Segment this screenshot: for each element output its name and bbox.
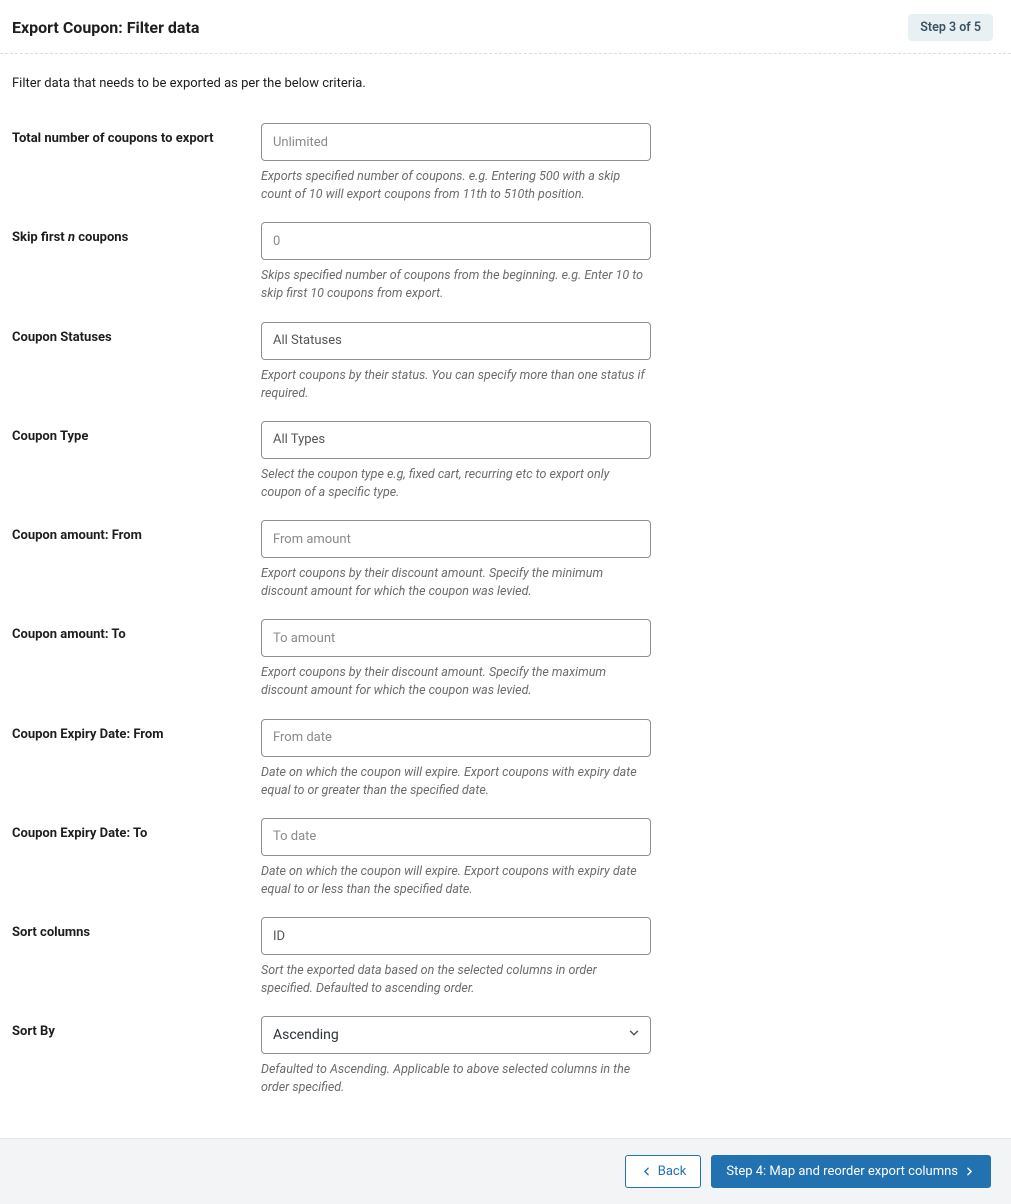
label-amount-to: Coupon amount: To (12, 619, 261, 642)
step-indicator: Step 3 of 5 (908, 14, 993, 41)
wizard-footer: Back Step 4: Map and reorder export colu… (0, 1138, 1011, 1204)
label-coupon-statuses: Coupon Statuses (12, 322, 261, 345)
chevron-right-icon (963, 1165, 976, 1178)
label-amount-from: Coupon amount: From (12, 520, 261, 543)
row-sort-by: Sort By Ascending Defaulted to Ascending… (12, 998, 999, 1097)
row-skip-coupons: Skip first n coupons Skips specified num… (12, 204, 999, 303)
help-expiry-to: Date on which the coupon will expire. Ex… (261, 863, 651, 899)
help-coupon-type: Select the coupon type e.g, fixed cart, … (261, 466, 651, 502)
label-total-coupons: Total number of coupons to export (12, 123, 261, 146)
page-header: Export Coupon: Filter data Step 3 of 5 (0, 0, 1011, 54)
row-total-coupons: Total number of coupons to export Export… (12, 105, 999, 204)
filter-form: Total number of coupons to export Export… (0, 99, 1011, 1138)
help-total-coupons: Exports specified number of coupons. e.g… (261, 168, 651, 204)
chevron-left-icon (640, 1165, 653, 1178)
label-sort-by: Sort By (12, 1016, 261, 1039)
help-amount-to: Export coupons by their discount amount.… (261, 664, 651, 700)
amount-from-input[interactable] (261, 520, 651, 558)
label-sort-columns: Sort columns (12, 917, 261, 940)
label-skip-coupons: Skip first n coupons (12, 222, 261, 245)
row-coupon-statuses: Coupon Statuses All Statuses Export coup… (12, 304, 999, 403)
next-step-button[interactable]: Step 4: Map and reorder export columns (711, 1155, 991, 1188)
row-expiry-from: Coupon Expiry Date: From Date on which t… (12, 701, 999, 800)
back-button[interactable]: Back (625, 1155, 702, 1188)
label-expiry-to: Coupon Expiry Date: To (12, 818, 261, 841)
row-amount-to: Coupon amount: To Export coupons by thei… (12, 601, 999, 700)
row-coupon-type: Coupon Type All Types Select the coupon … (12, 403, 999, 502)
intro-text: Filter data that needs to be exported as… (0, 54, 1011, 99)
amount-to-input[interactable] (261, 619, 651, 657)
help-amount-from: Export coupons by their discount amount.… (261, 565, 651, 601)
help-sort-columns: Sort the exported data based on the sele… (261, 962, 651, 998)
help-expiry-from: Date on which the coupon will expire. Ex… (261, 764, 651, 800)
page-title: Export Coupon: Filter data (12, 18, 199, 37)
row-expiry-to: Coupon Expiry Date: To Date on which the… (12, 800, 999, 899)
label-coupon-type: Coupon Type (12, 421, 261, 444)
help-coupon-statuses: Export coupons by their status. You can … (261, 367, 651, 403)
total-coupons-input[interactable] (261, 123, 651, 161)
row-amount-from: Coupon amount: From Export coupons by th… (12, 502, 999, 601)
coupon-statuses-input[interactable]: All Statuses (261, 322, 651, 360)
sort-by-select[interactable]: Ascending (261, 1016, 651, 1054)
skip-coupons-input[interactable] (261, 222, 651, 260)
help-sort-by: Defaulted to Ascending. Applicable to ab… (261, 1061, 651, 1097)
row-sort-columns: Sort columns ID Sort the exported data b… (12, 899, 999, 998)
expiry-to-input[interactable] (261, 818, 651, 856)
sort-columns-input[interactable]: ID (261, 917, 651, 955)
help-skip-coupons: Skips specified number of coupons from t… (261, 267, 651, 303)
expiry-from-input[interactable] (261, 719, 651, 757)
coupon-type-input[interactable]: All Types (261, 421, 651, 459)
label-expiry-from: Coupon Expiry Date: From (12, 719, 261, 742)
